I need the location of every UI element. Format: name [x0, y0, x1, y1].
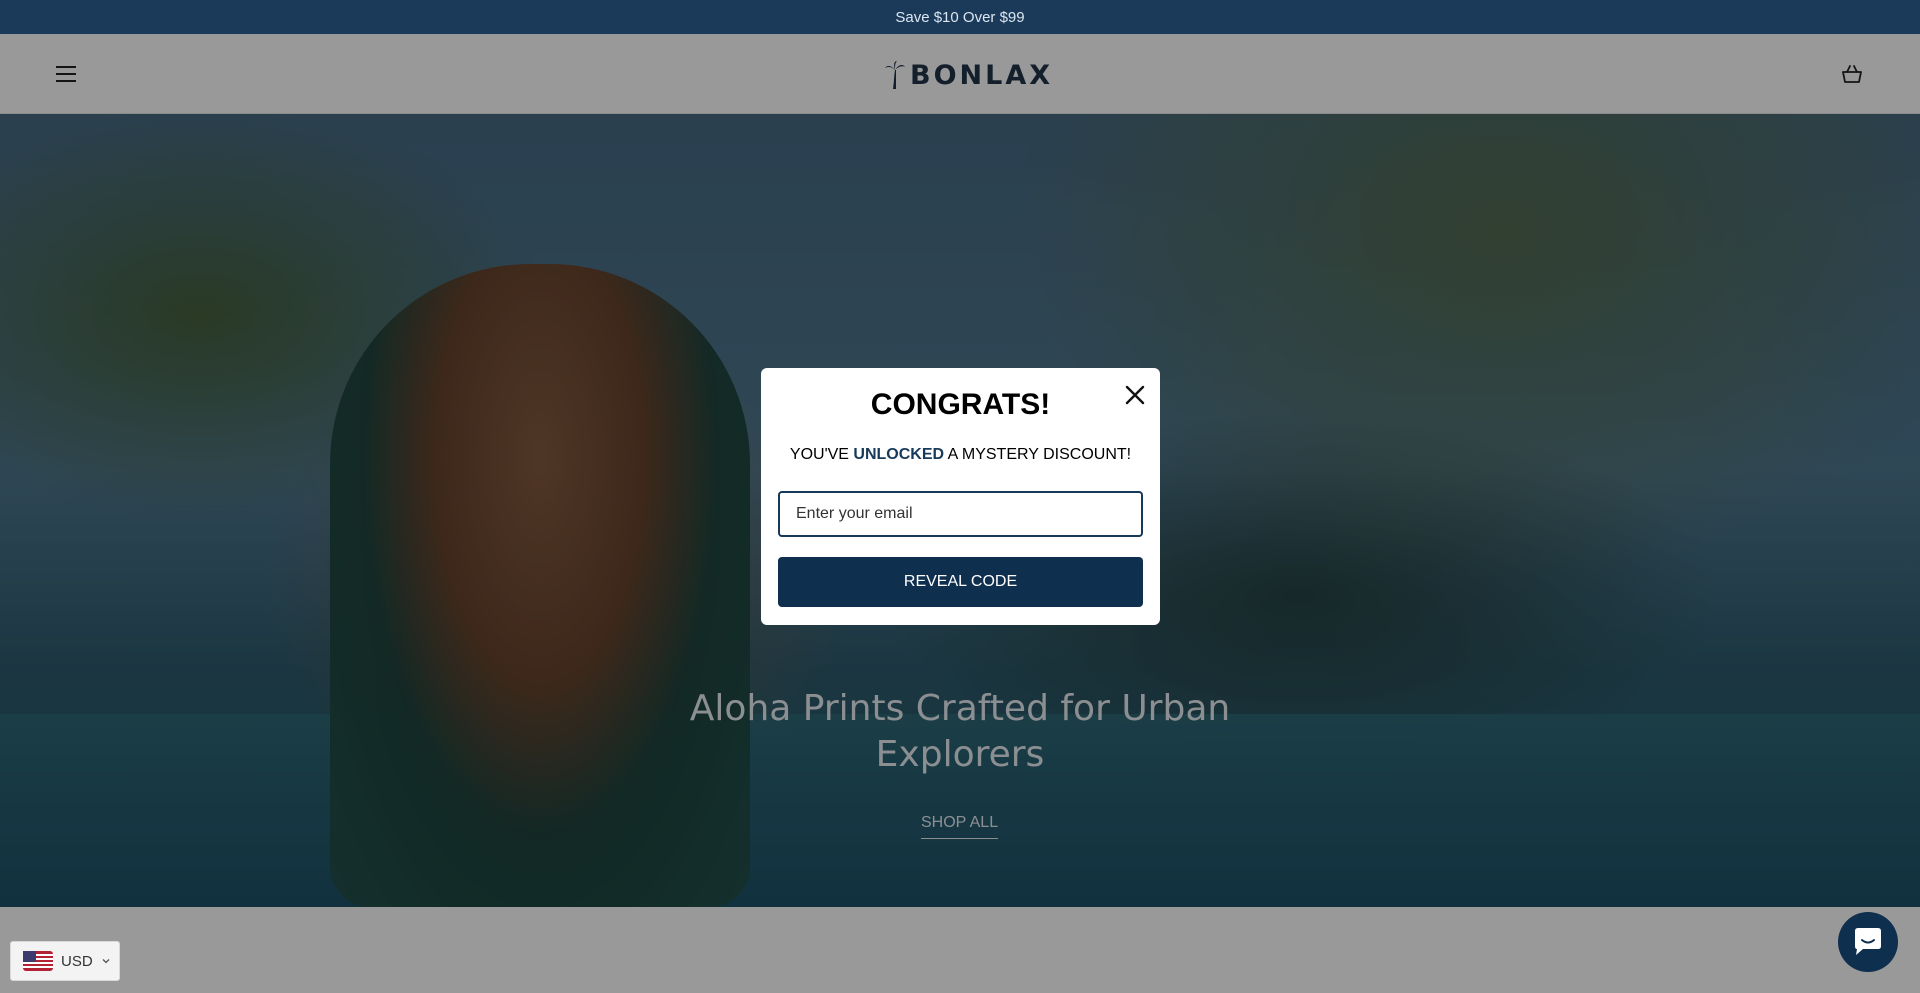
- popup-subtitle: YOU'VE UNLOCKED A MYSTERY DISCOUNT!: [789, 446, 1132, 463]
- announcement-bar: Save $10 Over $99: [0, 0, 1920, 34]
- currency-selector[interactable]: USD: [10, 941, 120, 981]
- currency-label: USD: [61, 952, 93, 970]
- chevron-down-icon: [102, 959, 110, 964]
- discount-popup: CONGRATS! YOU'VE UNLOCKED A MYSTERY DISC…: [761, 368, 1160, 625]
- chat-icon: [1855, 928, 1881, 955]
- chat-button[interactable]: [1838, 912, 1898, 972]
- popup-title: CONGRATS!: [870, 388, 1051, 421]
- close-icon[interactable]: [1122, 382, 1148, 408]
- popup-highlight: UNLOCKED: [853, 446, 945, 463]
- reveal-code-button[interactable]: REVEAL CODE: [778, 557, 1143, 607]
- us-flag-icon: [23, 951, 53, 971]
- announcement-text: Save $10 Over $99: [895, 8, 1025, 26]
- email-input[interactable]: [778, 491, 1143, 537]
